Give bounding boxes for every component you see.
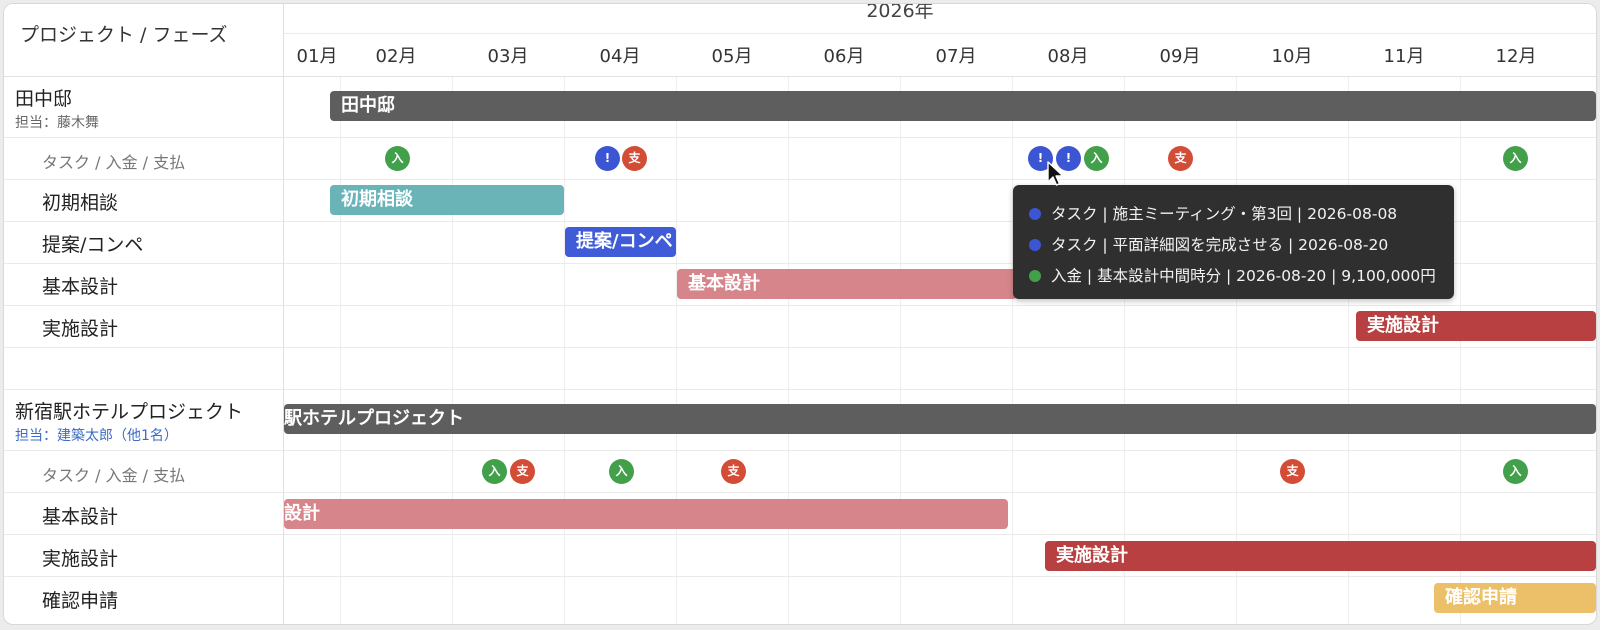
tooltip-item: 入金 | 基本設計中間時分 | 2026-08-20 | 9,100,000円	[1029, 264, 1436, 286]
gantt-window: プロジェクト / フェーズ 2026年 01月 02月 03月 04月 05月 …	[4, 4, 1596, 624]
phase-bar-basic-design[interactable]: 基本設計	[677, 269, 1017, 299]
timeline-header: プロジェクト / フェーズ 2026年 01月 02月 03月 04月 05月 …	[4, 4, 1596, 77]
row-divider	[4, 389, 1596, 390]
month-label: 03月	[487, 46, 529, 67]
event-tooltip: タスク | 施主ミーティング・第3回 | 2026-08-08 タスク | 平面…	[1013, 185, 1454, 299]
project-bar[interactable]: 田中邸	[330, 91, 1596, 121]
phase-bar-detail-design[interactable]: 実施設計	[1045, 541, 1596, 571]
deposit-marker[interactable]: 入	[385, 146, 410, 171]
phase-row-label: 提案/コンペ	[42, 234, 144, 256]
row-divider	[4, 137, 1596, 138]
task-marker[interactable]: !	[595, 146, 620, 171]
month-gridline	[564, 34, 565, 624]
project-row-label[interactable]: 田中邸 担当：藤木舞	[15, 84, 99, 132]
phase-bar-initial-consult[interactable]: 初期相談	[330, 185, 564, 215]
month-label: 05月	[711, 46, 753, 67]
phase-bar-proposal[interactable]: 提案/コンペ	[565, 227, 676, 257]
month-gridline	[452, 34, 453, 624]
tooltip-item-text: タスク | 施主ミーティング・第3回 | 2026-08-08	[1051, 205, 1398, 223]
payment-marker[interactable]: 支	[1168, 146, 1193, 171]
project-row-label[interactable]: 新宿駅ホテルプロジェクト 担当：建築太郎（他1名）	[15, 397, 243, 445]
phase-row-label: 実施設計	[42, 548, 119, 570]
task-dot-icon	[1029, 239, 1041, 251]
deposit-marker[interactable]: 入	[609, 459, 634, 484]
mouse-cursor-icon	[1047, 161, 1064, 186]
phase-bar-permit-application[interactable]: 確認申請	[1434, 583, 1596, 613]
events-row-label: タスク / 入金 / 支払	[42, 153, 186, 172]
month-gridline	[1012, 34, 1013, 624]
phase-bar-detail-design[interactable]: 実施設計	[1356, 311, 1596, 341]
tooltip-item-text: 入金 | 基本設計中間時分 | 2026-08-20 | 9,100,000円	[1051, 267, 1436, 285]
phase-row-label: 確認申請	[42, 590, 119, 612]
deposit-marker[interactable]: 入	[482, 459, 507, 484]
deposit-marker[interactable]: 入	[1503, 146, 1528, 171]
deposit-marker[interactable]: 入	[1084, 146, 1109, 171]
month-gridline	[1124, 34, 1125, 624]
row-divider	[4, 450, 1596, 451]
row-divider	[4, 576, 1596, 577]
payment-marker[interactable]: 支	[721, 459, 746, 484]
deposit-marker[interactable]: 入	[1503, 459, 1528, 484]
month-label: 07月	[935, 46, 977, 67]
deposit-dot-icon	[1029, 270, 1041, 282]
month-label: 12月	[1495, 46, 1537, 67]
task-dot-icon	[1029, 208, 1041, 220]
month-label: 04月	[599, 46, 641, 67]
tooltip-item: タスク | 施主ミーティング・第3回 | 2026-08-08	[1029, 202, 1397, 224]
project-assignee-link[interactable]: 担当：建築太郎（他1名）	[15, 425, 243, 445]
project-assignee: 担当：藤木舞	[15, 115, 99, 131]
tooltip-item-text: タスク | 平面詳細図を完成させる | 2026-08-20	[1051, 236, 1389, 254]
month-label: 11月	[1383, 46, 1425, 67]
month-label: 09月	[1159, 46, 1201, 67]
phase-row-label: 基本設計	[42, 276, 119, 298]
project-name: 田中邸	[15, 88, 73, 110]
month-label: 06月	[823, 46, 865, 67]
month-gridline	[1348, 34, 1349, 624]
row-divider	[4, 492, 1596, 493]
project-name: 新宿駅ホテルプロジェクト	[15, 401, 244, 423]
month-gridline	[676, 34, 677, 624]
month-label: 10月	[1271, 46, 1313, 67]
month-label: 01月	[296, 46, 338, 67]
project-bar[interactable]: 駅ホテルプロジェクト	[284, 404, 1596, 434]
phase-row-label: 初期相談	[42, 192, 119, 214]
payment-marker[interactable]: 支	[622, 146, 647, 171]
column-header-label: プロジェクト / フェーズ	[20, 24, 228, 46]
month-label: 02月	[375, 46, 417, 67]
month-label: 08月	[1047, 46, 1089, 67]
phase-row-label: 基本設計	[42, 506, 119, 528]
year-label: 2026年	[866, 4, 934, 22]
phase-row-label: 実施設計	[42, 318, 119, 340]
year-divider	[284, 33, 1596, 34]
month-gridline	[340, 34, 341, 624]
month-gridline	[1236, 34, 1237, 624]
phase-bar-basic-design[interactable]: 設計	[284, 499, 1008, 529]
events-row-label: タスク / 入金 / 支払	[42, 466, 186, 485]
row-divider	[4, 305, 1596, 306]
row-divider	[4, 347, 1596, 348]
payment-marker[interactable]: 支	[510, 459, 535, 484]
payment-marker[interactable]: 支	[1280, 459, 1305, 484]
row-divider	[4, 534, 1596, 535]
month-gridline	[788, 34, 789, 624]
row-divider	[4, 179, 1596, 180]
month-gridline	[900, 34, 901, 624]
tooltip-item: タスク | 平面詳細図を完成させる | 2026-08-20	[1029, 233, 1388, 255]
label-column-divider	[283, 4, 284, 624]
